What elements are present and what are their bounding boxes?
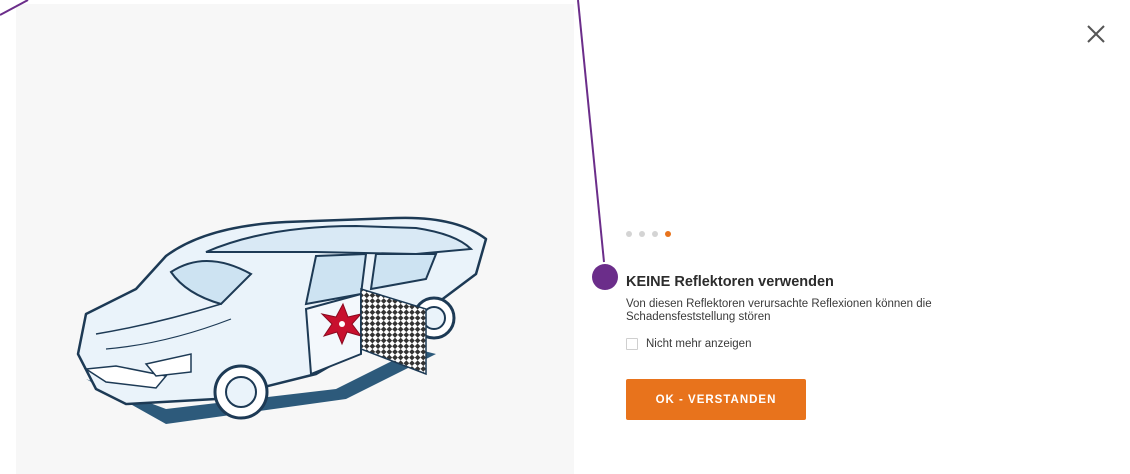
- step-dot[interactable]: [652, 231, 658, 237]
- dialog-description: Von diesen Reflektoren verursachte Refle…: [626, 298, 932, 323]
- dialog-title: KEINE Reflektoren verwenden: [626, 274, 834, 290]
- ok-understood-button[interactable]: OK - VERSTANDEN: [626, 379, 806, 420]
- illustration-panel: [16, 4, 574, 474]
- checkbox-label: Nicht mehr anzeigen: [646, 338, 752, 350]
- dont-show-again-checkbox[interactable]: [626, 338, 638, 350]
- dont-show-again-row[interactable]: Nicht mehr anzeigen: [626, 338, 751, 350]
- step-dot[interactable]: [626, 231, 632, 237]
- annotation-marker: [592, 264, 618, 290]
- close-icon: [1087, 25, 1105, 43]
- step-dot-active[interactable]: [665, 231, 671, 237]
- car-reflector-illustration: [76, 216, 488, 424]
- step-dot[interactable]: [639, 231, 645, 237]
- step-indicator: [626, 231, 671, 237]
- close-button[interactable]: [1084, 22, 1108, 46]
- annotation-line: [577, 0, 605, 263]
